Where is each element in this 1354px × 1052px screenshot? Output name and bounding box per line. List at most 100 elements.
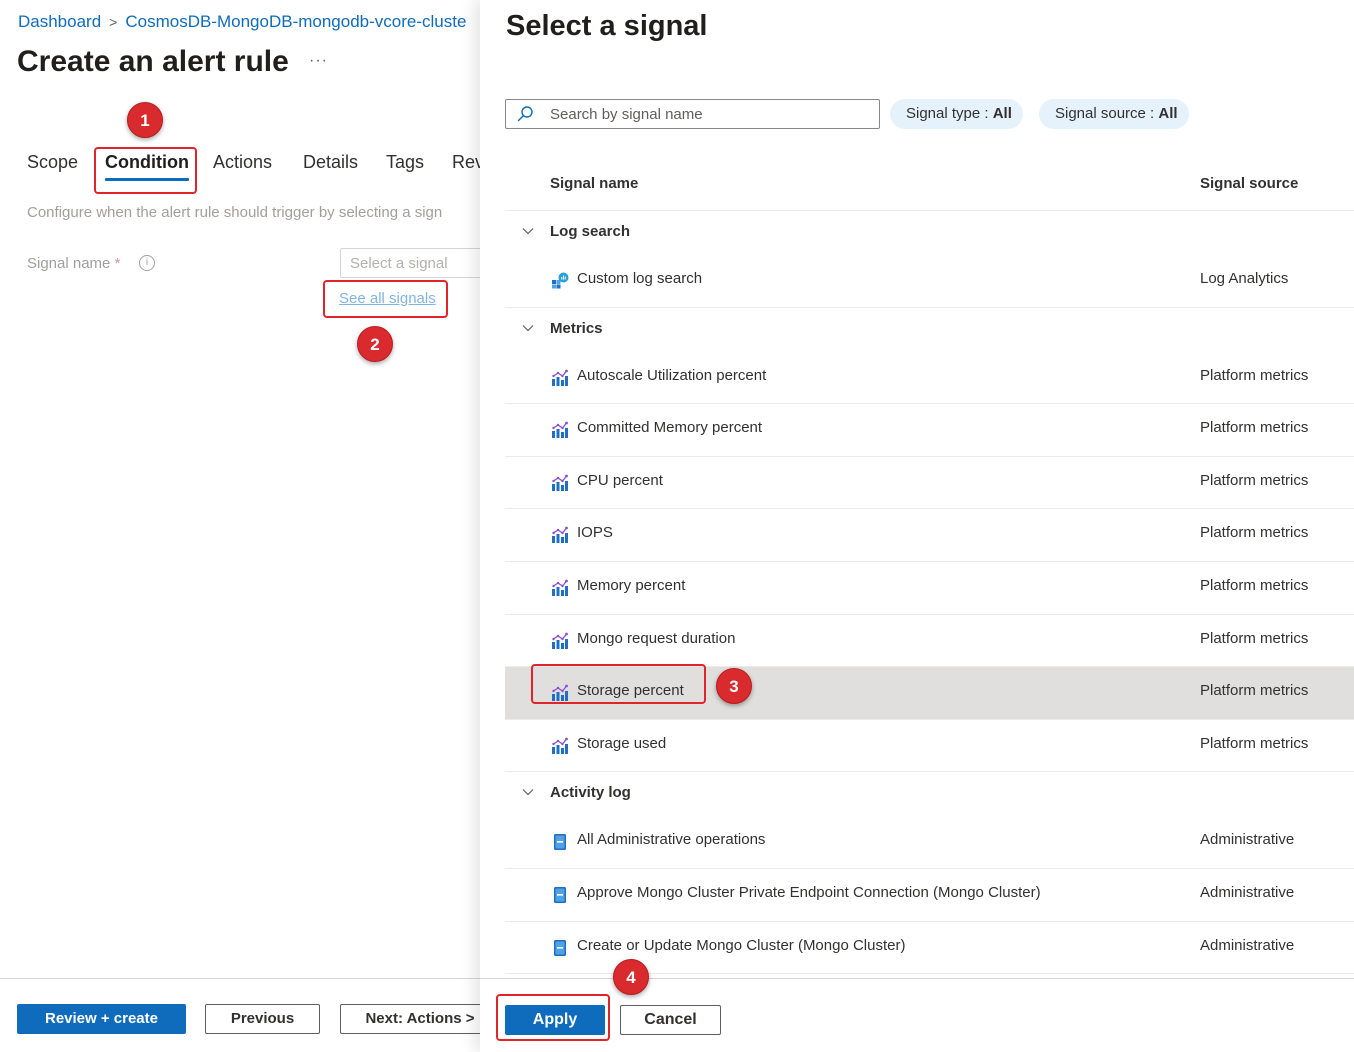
- chevron-down-icon[interactable]: [522, 321, 534, 333]
- breadcrumb-dashboard[interactable]: Dashboard: [18, 12, 101, 31]
- condition-description: Configure when the alert rule should tri…: [27, 204, 443, 221]
- signal-name[interactable]: CPU percent: [577, 472, 663, 489]
- annotation-badge-4: 4: [613, 959, 649, 995]
- signal-row[interactable]: Storage used Platform metrics: [505, 720, 1354, 773]
- signal-source: Platform metrics: [1200, 576, 1309, 594]
- signal-row[interactable]: Committed Memory percent Platform metrics: [505, 404, 1354, 457]
- next-actions-button[interactable]: Next: Actions >: [340, 1004, 500, 1034]
- signal-source: Administrative: [1200, 936, 1295, 954]
- signal-name[interactable]: All Administrative operations: [577, 831, 765, 848]
- activity-log-icon: [551, 833, 569, 851]
- signal-type-filter-value: All: [992, 105, 1012, 122]
- signal-name[interactable]: Mongo request duration: [577, 630, 735, 647]
- signal-row[interactable]: Approve Mongo Cluster Private Endpoint C…: [505, 869, 1354, 922]
- signal-group-label: Metrics: [550, 319, 603, 337]
- signal-select-dropdown[interactable]: Select a signal: [340, 248, 500, 278]
- log-analytics-icon: [551, 272, 569, 290]
- signal-name-label: Signal name *: [27, 255, 120, 272]
- signal-source: Platform metrics: [1200, 734, 1309, 752]
- panel-footer-divider: [480, 978, 1354, 979]
- signal-source: Platform metrics: [1200, 471, 1309, 489]
- activity-log-icon: [551, 886, 569, 904]
- signal-name[interactable]: Autoscale Utilization percent: [577, 367, 766, 384]
- signal-name[interactable]: IOPS: [577, 524, 613, 541]
- signal-group[interactable]: Log search: [505, 211, 1354, 255]
- metric-chart-icon: [551, 369, 569, 387]
- signal-group[interactable]: Activity log: [505, 772, 1354, 816]
- signal-source: Platform metrics: [1200, 682, 1309, 700]
- more-options-button[interactable]: ···: [309, 52, 328, 70]
- signal-table: Signal name Signal source Log search Cust…: [505, 160, 1354, 975]
- signal-source-filter[interactable]: Signal source : All: [1039, 99, 1189, 129]
- previous-button[interactable]: Previous: [205, 1004, 320, 1034]
- signal-source-filter-label: Signal source :: [1055, 105, 1159, 122]
- metric-chart-icon: [551, 737, 569, 755]
- create-alert-rule-blade: Dashboard > CosmosDB-MongoDB-mongodb-vcore…: [0, 0, 500, 1052]
- signal-type-filter[interactable]: Signal type : All: [890, 99, 1023, 129]
- signal-row[interactable]: Storage percent Platform metrics: [505, 667, 1354, 720]
- signal-row[interactable]: IOPS Platform metrics: [505, 509, 1354, 562]
- cancel-button[interactable]: Cancel: [620, 1005, 721, 1035]
- signal-name[interactable]: Custom log search: [577, 270, 702, 287]
- signal-group-label: Activity log: [550, 784, 631, 802]
- breadcrumb-resource[interactable]: CosmosDB-MongoDB-mongodb-vcore-cluste: [125, 12, 466, 31]
- metric-chart-icon: [551, 684, 569, 702]
- apply-button[interactable]: Apply: [505, 1005, 605, 1035]
- tab-actions[interactable]: Actions: [213, 152, 272, 173]
- tab-condition[interactable]: Condition: [105, 152, 189, 181]
- annotation-badge-1: 1: [127, 102, 163, 138]
- signal-group-label: Log search: [550, 223, 631, 240]
- info-icon[interactable]: i: [139, 255, 155, 271]
- annotation-badge-2: 2: [357, 326, 393, 362]
- signal-name[interactable]: Create or Update Mongo Cluster (Mongo Cl…: [577, 937, 905, 954]
- metric-chart-icon: [551, 421, 569, 439]
- review-create-button[interactable]: Review + create: [17, 1004, 186, 1034]
- signal-name-text: Signal name: [27, 255, 111, 272]
- signal-row[interactable]: Memory percent Platform metrics: [505, 562, 1354, 615]
- tab-tags[interactable]: Tags: [386, 152, 424, 173]
- activity-log-icon: [551, 939, 569, 957]
- required-mark: *: [114, 255, 121, 272]
- tab-details[interactable]: Details: [303, 152, 358, 173]
- signal-source: Platform metrics: [1200, 524, 1309, 542]
- select-signal-panel: Select a signal Signal type : All Signal…: [480, 0, 1354, 1052]
- signal-row[interactable]: CPU percent Platform metrics: [505, 457, 1354, 510]
- metric-chart-icon: [551, 579, 569, 597]
- column-header-signal-source[interactable]: Signal source: [1200, 175, 1298, 192]
- signal-name[interactable]: Memory percent: [577, 577, 685, 594]
- search-input[interactable]: [550, 103, 870, 125]
- breadcrumb: Dashboard > CosmosDB-MongoDB-mongodb-vcore…: [18, 12, 466, 32]
- metric-chart-icon: [551, 526, 569, 544]
- signal-search-box[interactable]: [505, 99, 880, 129]
- page-title: Create an alert rule: [17, 45, 289, 78]
- signal-source: Administrative: [1200, 831, 1295, 849]
- panel-title: Select a signal: [506, 10, 708, 42]
- signal-type-filter-label: Signal type :: [906, 105, 993, 122]
- footer-divider: [0, 978, 490, 979]
- signal-source: Platform metrics: [1200, 629, 1309, 647]
- chevron-down-icon[interactable]: [522, 224, 534, 236]
- signal-name[interactable]: Committed Memory percent: [577, 419, 762, 436]
- signal-source: Platform metrics: [1200, 419, 1309, 437]
- chevron-down-icon[interactable]: [522, 785, 534, 797]
- signal-name[interactable]: Approve Mongo Cluster Private Endpoint C…: [577, 884, 1041, 901]
- signal-name[interactable]: Storage used: [577, 735, 666, 752]
- signal-source-filter-value: All: [1158, 105, 1178, 122]
- signal-row[interactable]: All Administrative operations Administrat…: [505, 816, 1354, 869]
- signal-source: Administrative: [1200, 883, 1295, 901]
- annotation-badge-3: 3: [716, 668, 752, 704]
- signal-row[interactable]: Autoscale Utilization percent Platform me…: [505, 352, 1354, 405]
- signal-name[interactable]: Storage percent: [577, 682, 684, 699]
- breadcrumb-separator: >: [109, 14, 118, 30]
- see-all-signals-link[interactable]: See all signals: [339, 290, 436, 307]
- signal-source: Platform metrics: [1200, 366, 1309, 384]
- signal-group[interactable]: Metrics: [505, 308, 1354, 352]
- column-header-signal-name[interactable]: Signal name: [550, 175, 638, 192]
- signal-row[interactable]: Mongo request duration Platform metrics: [505, 615, 1354, 668]
- tab-scope[interactable]: Scope: [27, 152, 78, 173]
- metric-chart-icon: [551, 632, 569, 650]
- table-header: Signal name Signal source: [505, 160, 1354, 211]
- signal-row[interactable]: Custom log search Log Analytics: [505, 255, 1354, 308]
- search-icon: [517, 106, 533, 122]
- metric-chart-icon: [551, 474, 569, 492]
